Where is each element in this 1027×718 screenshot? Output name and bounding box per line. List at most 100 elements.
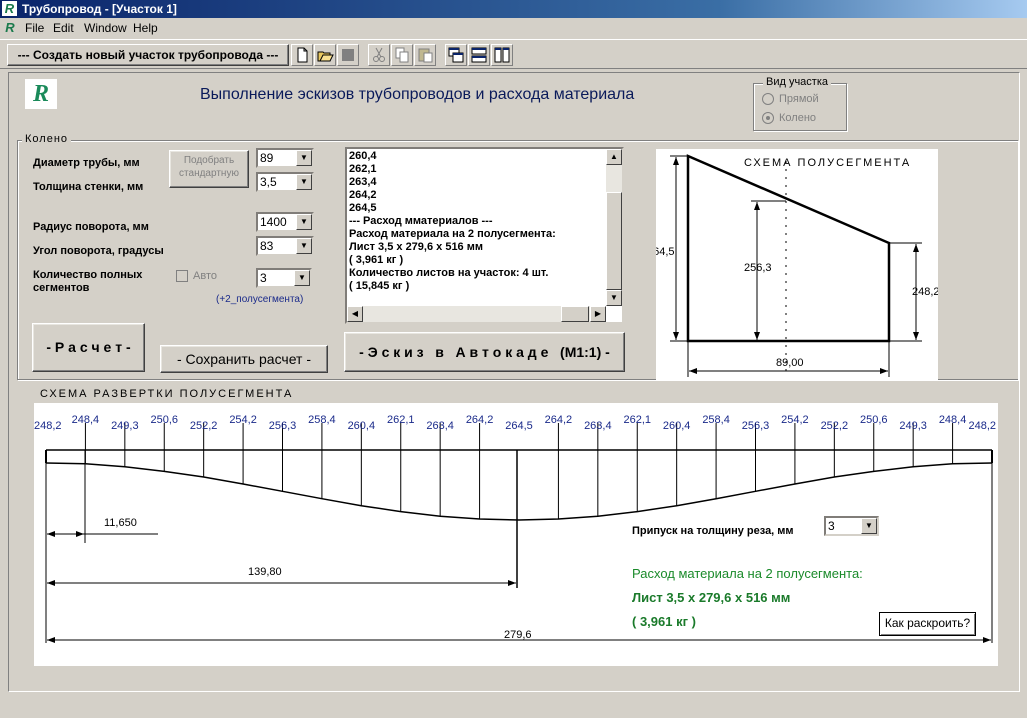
menu-file[interactable]: File <box>25 20 44 36</box>
half-segment-outline <box>686 154 891 343</box>
chevron-down-icon[interactable]: ▼ <box>296 150 312 166</box>
scroll-up-icon[interactable]: ▲ <box>606 149 622 165</box>
material-sheet: Лист 3,5 х 279,6 х 516 мм <box>632 590 791 605</box>
ordinate-label: 252,2 <box>821 420 849 432</box>
new-section-button[interactable]: --- Создать новый участок трубопровода -… <box>7 44 289 66</box>
radius-select[interactable]: 1400 ▼ <box>256 212 314 232</box>
memo-line: Количество листов на участок: 4 шт. <box>349 267 549 279</box>
ordinate-label: 263,4 <box>426 420 454 432</box>
ordinate-label: 256,3 <box>269 420 297 432</box>
ordinate-label: 249,3 <box>899 420 927 432</box>
ordinate-label: 260,4 <box>348 420 376 432</box>
middle-height-label: 256,3 <box>744 262 772 274</box>
copy-icon[interactable] <box>391 44 413 66</box>
width-label: 89,00 <box>776 357 804 369</box>
calculate-button[interactable]: - Р а с ч е т - <box>32 323 145 372</box>
view-straight-label: Прямой <box>779 93 819 105</box>
material-title: Расход материала на 2 полусегмента: <box>632 566 863 581</box>
hscroll-thumb[interactable] <box>561 306 589 322</box>
cut-allowance-label: Припуск на толщину реза, мм <box>632 525 794 537</box>
thickness-select[interactable]: 3,5 ▼ <box>256 172 314 192</box>
memo-line: 264,5 <box>349 202 377 214</box>
left-height-label: 264,5 <box>656 246 675 258</box>
ordinate-label: 264,5 <box>505 420 533 432</box>
menu-help[interactable]: Help <box>133 20 158 36</box>
ordinate-label: 254,2 <box>781 414 809 426</box>
autocad-sketch-button[interactable]: - Э с к и з в А в т о к а д е (М1:1) - <box>344 332 625 372</box>
cut-icon[interactable] <box>368 44 390 66</box>
chevron-down-icon[interactable]: ▼ <box>296 214 312 230</box>
view-type-group-title: Вид участка <box>763 76 832 88</box>
memo-line: ( 3,961 кг ) <box>349 254 404 266</box>
chevron-down-icon[interactable]: ▼ <box>294 270 310 286</box>
save-icon[interactable] <box>337 44 359 66</box>
segments-select[interactable]: 3 ▼ <box>256 268 312 288</box>
new-file-icon[interactable] <box>291 44 313 66</box>
cascade-icon[interactable] <box>445 44 467 66</box>
ordinate-label: 264,2 <box>466 414 494 426</box>
logo: R <box>25 79 57 109</box>
scroll-thumb[interactable] <box>606 192 622 290</box>
elbow-group-title: Колено <box>22 133 72 145</box>
title-bar: R Трубопровод - [Участок 1] <box>0 0 1027 18</box>
cut-allowance-value: 3 <box>828 519 835 533</box>
paste-icon[interactable] <box>414 44 436 66</box>
angle-value: 83 <box>260 239 274 253</box>
angle-label: Угол поворота, градусы <box>33 245 164 257</box>
chevron-down-icon[interactable]: ▼ <box>296 174 312 190</box>
half-segment-scheme: СХЕМА ПОЛУСЕГМЕНТА 264,5 256,3 248,2 89,… <box>647 149 940 380</box>
chevron-down-icon[interactable]: ▼ <box>296 238 312 254</box>
app-icon[interactable]: R <box>2 1 17 16</box>
save-calc-button[interactable]: - Сохранить расчет - <box>160 345 328 373</box>
output-memo[interactable]: 260,4 262,1 263,4 264,2 264,5 --- Расход ммат… <box>345 147 624 324</box>
ordinate-label: 264,2 <box>545 414 573 426</box>
radius-value: 1400 <box>260 215 287 229</box>
total-dim-label: 279,6 <box>504 629 532 641</box>
ordinate-label: 258,4 <box>308 414 336 426</box>
memo-line: --- Расход мматериалов --- <box>349 215 493 227</box>
ordinate-label: 248,4 <box>72 414 100 426</box>
menu-bar: R File Edit Window Help <box>0 18 1027 38</box>
scroll-left-icon[interactable]: ◀ <box>347 306 363 322</box>
scroll-down-icon[interactable]: ▼ <box>606 290 622 306</box>
view-elbow-radio[interactable] <box>762 112 774 124</box>
toolbar: --- Создать новый участок трубопровода -… <box>0 39 1027 69</box>
ordinate-label: 254,2 <box>229 414 257 426</box>
scroll-right-icon[interactable]: ▶ <box>590 306 606 322</box>
ordinate-label: 262,1 <box>387 414 415 426</box>
ordinate-label: 248,2 <box>34 420 62 432</box>
diameter-value: 89 <box>260 151 274 165</box>
memo-line: 264,2 <box>349 189 377 201</box>
unfold-curve <box>45 462 993 521</box>
cut-allowance-select[interactable]: 3 ▼ <box>824 516 879 536</box>
ordinate-label: 260,4 <box>663 420 691 432</box>
chevron-down-icon[interactable]: ▼ <box>861 518 877 534</box>
vertical-scrollbar[interactable]: ▲ ▼ <box>606 149 622 306</box>
radius-label: Радиус поворота, мм <box>33 221 149 233</box>
ordinate-label: 248,4 <box>939 414 967 426</box>
how-to-cut-button[interactable]: Как раскроить? <box>879 612 976 636</box>
segments-value: 3 <box>260 271 267 285</box>
document-icon[interactable]: R <box>3 20 17 35</box>
auto-label: Авто <box>193 270 217 282</box>
angle-select[interactable]: 83 ▼ <box>256 236 314 256</box>
view-straight-radio[interactable] <box>762 93 774 105</box>
tile-horizontal-icon[interactable] <box>468 44 490 66</box>
menu-window[interactable]: Window <box>84 20 127 36</box>
half-segment-drawing: СХЕМА ПОЛУСЕГМЕНТА 264,5 256,3 248,2 89,… <box>647 154 940 377</box>
auto-checkbox[interactable] <box>176 270 188 282</box>
ordinate-label: 250,6 <box>860 414 888 426</box>
page-title: Выполнение эскизов трубопроводов и расхо… <box>200 86 635 103</box>
tile-vertical-icon[interactable] <box>491 44 513 66</box>
diameter-select[interactable]: 89 ▼ <box>256 148 314 168</box>
menu-edit[interactable]: Edit <box>53 20 74 36</box>
ordinate-label: 252,2 <box>190 420 218 432</box>
pick-standard-button[interactable]: Подобрать стандартную <box>169 150 249 188</box>
memo-line: ( 15,845 кг ) <box>349 280 410 292</box>
memo-line: 263,4 <box>349 176 377 188</box>
diameter-label: Диаметр трубы, мм <box>33 157 140 169</box>
open-folder-icon[interactable] <box>314 44 336 66</box>
half-segments-note: (+2_полусегмента) <box>216 294 304 305</box>
right-height-label: 248,2 <box>912 286 938 298</box>
horizontal-scrollbar[interactable]: ◀ ▶ <box>347 306 606 322</box>
